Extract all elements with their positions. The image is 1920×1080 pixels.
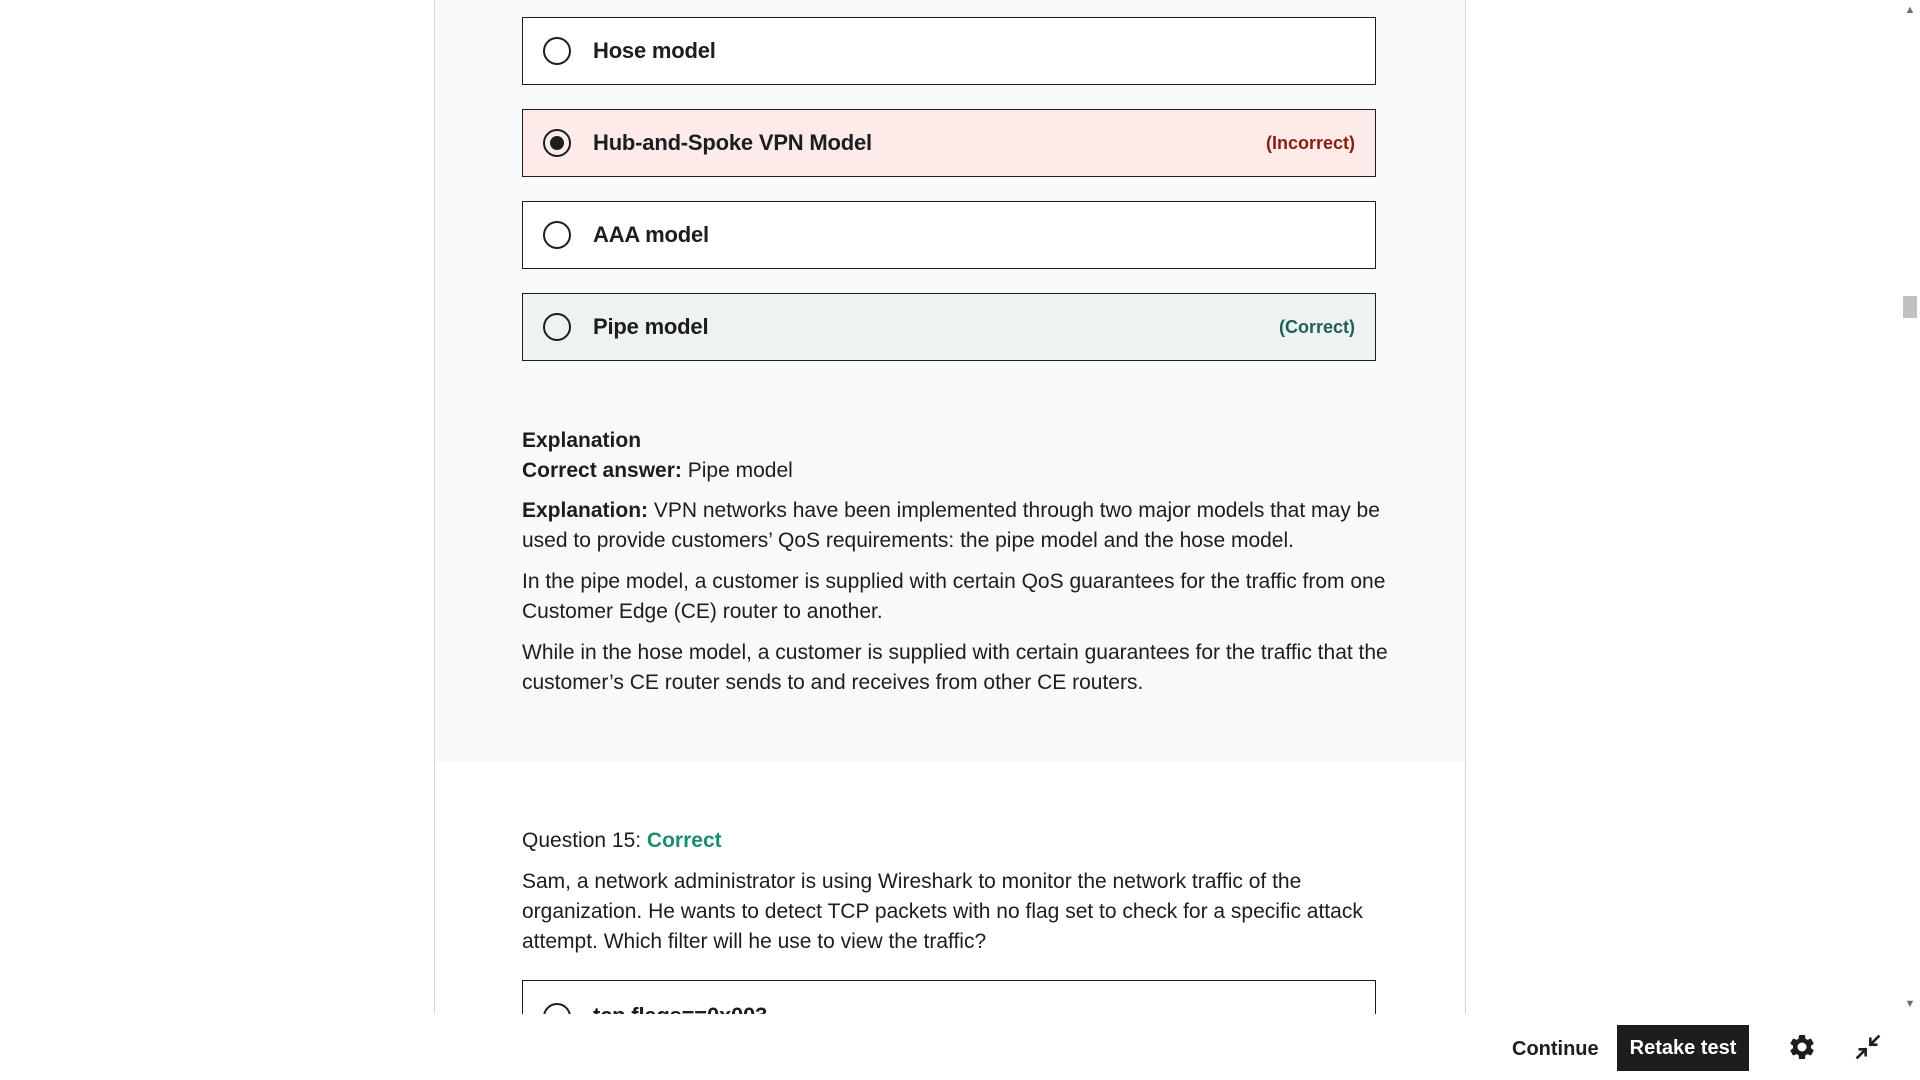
incorrect-status-label: (Incorrect) [1265, 132, 1355, 153]
radio-button[interactable] [543, 37, 571, 65]
answer-option-pipe-model[interactable]: Pipe model (Correct) [522, 293, 1376, 361]
explanation-paragraph-1: Explanation: VPN networks have been impl… [522, 496, 1392, 556]
question-result-badge: Correct [646, 829, 722, 852]
continue-button[interactable]: Continue [1502, 1026, 1609, 1072]
question-number: Question 15: [522, 829, 647, 852]
content-viewport: Hose model Hub-and-Spoke VPN Model (Inco… [0, 0, 1920, 1014]
gear-icon [1790, 1035, 1814, 1059]
scroll-down-arrow-icon[interactable]: ▼ [1900, 994, 1920, 1014]
answer-option-tcp-flags-0x003[interactable]: tcp.flags==0x003 [522, 980, 1376, 1014]
correct-status-label: (Correct) [1278, 316, 1355, 337]
question-15-text: Sam, a network administrator is using Wi… [522, 870, 1363, 953]
explanation-label: Explanation: [522, 499, 649, 522]
answer-option-hose-model[interactable]: Hose model [522, 17, 1376, 85]
vertical-scrollbar[interactable]: ▲ ▼ [1900, 0, 1920, 1014]
option-label: tcp.flags==0x003 [593, 1003, 767, 1014]
radio-button[interactable] [543, 1003, 571, 1014]
radio-button[interactable] [543, 313, 571, 341]
radio-button[interactable] [543, 221, 571, 249]
quiz-review-card: Hose model Hub-and-Spoke VPN Model (Inco… [434, 0, 1466, 1014]
correct-answer-line: Correct answer: Pipe model [522, 456, 1392, 486]
collapse-arrows-icon [1855, 1034, 1881, 1060]
explanation-block: Explanation Correct answer: Pipe model E… [522, 426, 1392, 698]
option-label: AAA model [593, 222, 709, 247]
explanation-paragraph-2: In the pipe model, a customer is supplie… [522, 570, 1386, 623]
question-14-review: Hose model Hub-and-Spoke VPN Model (Inco… [435, 0, 1465, 762]
correct-answer-value: Pipe model [681, 459, 793, 482]
option-label: Hub-and-Spoke VPN Model [593, 130, 872, 155]
scroll-up-arrow-icon[interactable]: ▲ [1900, 0, 1920, 20]
retake-test-button[interactable]: Retake test [1617, 1025, 1749, 1071]
answer-option-hub-and-spoke[interactable]: Hub-and-Spoke VPN Model (Incorrect) [522, 109, 1376, 177]
question-15-header: Question 15: Correct [522, 826, 1392, 856]
explanation-paragraph-3: While in the hose model, a customer is s… [522, 641, 1388, 694]
settings-button[interactable] [1782, 1027, 1822, 1067]
option-label: Pipe model [593, 314, 709, 339]
explanation-text: VPN networks have been implemented throu… [522, 499, 1380, 552]
exit-fullscreen-button[interactable] [1848, 1027, 1888, 1067]
question-15-block: Question 15: Correct Sam, a network admi… [522, 826, 1392, 957]
footer-bar: Continue Retake test [0, 1014, 1920, 1080]
explanation-heading: Explanation [522, 429, 642, 452]
scrollbar-thumb[interactable] [1903, 296, 1917, 318]
correct-answer-label: Correct answer: [522, 459, 682, 482]
radio-button-selected[interactable] [543, 129, 571, 157]
option-label: Hose model [593, 38, 716, 63]
answer-option-aaa-model[interactable]: AAA model [522, 201, 1376, 269]
